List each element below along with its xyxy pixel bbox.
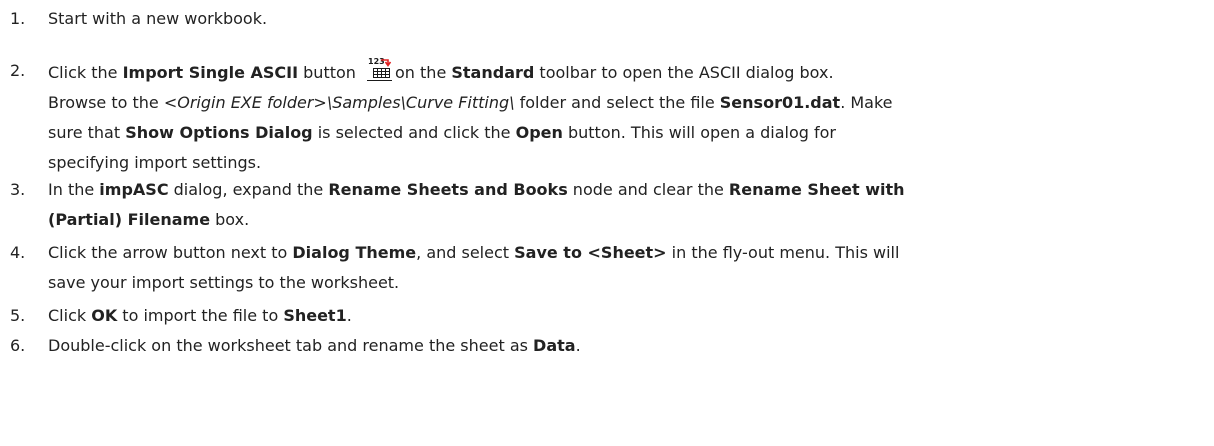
step-line: Click the Import Single ASCII button 123… [48, 56, 1198, 88]
step-line: Browse to the <Origin EXE folder>\Sample… [48, 88, 1198, 118]
step-line: Start with a new workbook. [48, 4, 1198, 34]
text-run: , and select [416, 243, 515, 262]
step-line: save your import settings to the workshe… [48, 268, 1198, 298]
step-text: Click the Import Single ASCII button 123… [48, 56, 1198, 178]
import-single-ascii-icon: 123 [365, 56, 393, 82]
text-run: in the fly-out menu. This will [666, 243, 900, 262]
step-text: Click the arrow button next to Dialog Th… [48, 238, 1198, 298]
text-run: is selected and click the [312, 123, 516, 142]
text-run: specifying import settings. [48, 153, 262, 172]
bold-term: Show Options Dialog [125, 123, 313, 142]
step-text: Click OK to import the file to Sheet1. [48, 301, 1198, 331]
step-number: 4. [10, 243, 26, 262]
step-text: Start with a new workbook. [48, 4, 1198, 34]
step-line: specifying import settings. [48, 148, 1198, 178]
bold-term: Dialog Theme [292, 243, 417, 262]
text-run: . Make [840, 93, 893, 112]
text-run: box. [210, 210, 250, 229]
step-number: 1. [10, 9, 26, 28]
bold-term: Sensor01.dat [719, 93, 841, 112]
text-run: In the [48, 180, 100, 199]
step-number: 5. [10, 306, 26, 325]
step-number: 6. [10, 336, 26, 355]
text-run: Browse to the [48, 93, 164, 112]
icon-label: 123 [368, 57, 385, 66]
text-run: Double-click on the worksheet tab and re… [48, 336, 534, 355]
step-line: In the impASC dialog, expand the Rename … [48, 175, 1198, 205]
step-number: 2. [10, 61, 26, 80]
text-run: toolbar to open the ASCII dialog box. [534, 63, 834, 82]
step-number: 3. [10, 180, 26, 199]
step-line: Click OK to import the file to Sheet1. [48, 301, 1198, 331]
text-run: . [575, 336, 581, 355]
step-line: (Partial) Filename box. [48, 205, 1198, 235]
text-run: button [298, 63, 362, 82]
step-line: Click the arrow button next to Dialog Th… [48, 238, 1198, 268]
text-run: button. This will open a dialog for [562, 123, 836, 142]
bold-term: Import Single ASCII [122, 63, 299, 82]
instruction-steps: 1. Start with a new workbook. 2. Click t… [0, 0, 1214, 446]
step-line: Double-click on the worksheet tab and re… [48, 331, 1198, 361]
text-run: . [346, 306, 352, 325]
text-run: dialog, expand the [168, 180, 329, 199]
bold-term: Data [533, 336, 576, 355]
bold-term: (Partial) Filename [48, 210, 211, 229]
path-text: <Origin EXE folder>\Samples\Curve Fittin… [163, 93, 515, 112]
text-run: to import the file to [117, 306, 284, 325]
bold-term: Standard [451, 63, 535, 82]
bold-term: impASC [99, 180, 169, 199]
text-run: Click [48, 306, 92, 325]
bold-term: Save to <Sheet> [514, 243, 667, 262]
text-run: Click the arrow button next to [48, 243, 293, 262]
text-run: save your import settings to the workshe… [48, 273, 400, 292]
bold-term: Rename Sheet with [728, 180, 905, 199]
text-run: node and clear the [567, 180, 729, 199]
bold-term: Open [515, 123, 563, 142]
bold-term: Rename Sheets and Books [328, 180, 568, 199]
bold-term: Sheet1 [283, 306, 347, 325]
step-line: sure that Show Options Dialog is selecte… [48, 118, 1198, 148]
text-run: Start with a new workbook. [48, 9, 268, 28]
text-run: sure that [48, 123, 126, 142]
bold-term: OK [91, 306, 118, 325]
step-text: Double-click on the worksheet tab and re… [48, 331, 1198, 361]
text-run: on the [395, 63, 452, 82]
step-text: In the impASC dialog, expand the Rename … [48, 175, 1198, 235]
text-run: folder and select the file [514, 93, 720, 112]
text-run: Click the [48, 63, 123, 82]
